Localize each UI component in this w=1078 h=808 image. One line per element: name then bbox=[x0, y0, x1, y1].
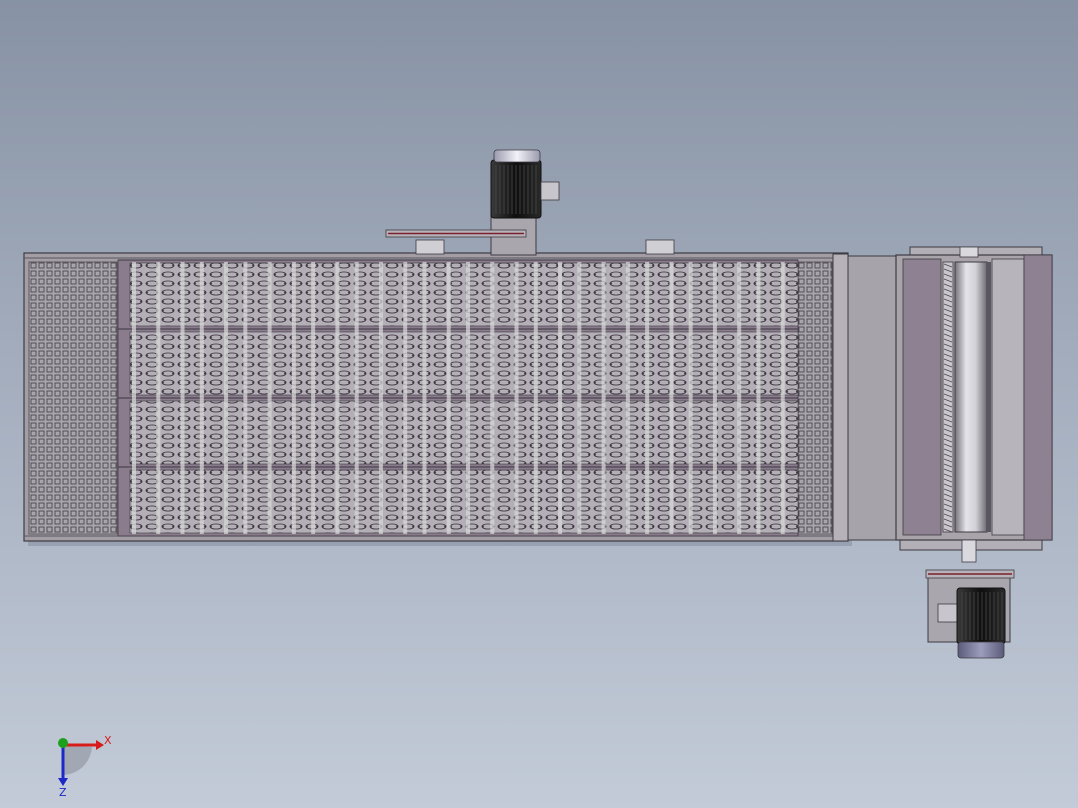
chain-link-strip bbox=[180, 262, 185, 534]
chain-link-strip bbox=[311, 262, 316, 534]
chain-link-strip bbox=[688, 262, 693, 534]
motor-terminal-box-bottom bbox=[937, 603, 959, 623]
chain-link-strip bbox=[132, 262, 136, 534]
pulley-top bbox=[415, 239, 445, 255]
chain-link-strip bbox=[267, 262, 272, 534]
perforated-plate-right bbox=[797, 261, 833, 535]
bearing-block-top bbox=[645, 239, 675, 255]
conveyor-end-cap bbox=[832, 253, 849, 542]
drive-motor-top[interactable] bbox=[385, 149, 675, 256]
roller-side-panel-right bbox=[991, 258, 1025, 536]
chain-link-strip bbox=[335, 262, 340, 534]
motor-fan-cap-top bbox=[493, 149, 541, 163]
chain-link-strip bbox=[533, 262, 538, 534]
belt-row bbox=[129, 400, 799, 465]
triad-x-label: X bbox=[104, 734, 112, 747]
roller-unit[interactable] bbox=[847, 246, 1053, 563]
chain-link-strip bbox=[378, 262, 383, 534]
roller-edge bbox=[986, 262, 991, 532]
chain-link-strip bbox=[156, 262, 161, 534]
drum-roller[interactable] bbox=[954, 261, 988, 533]
chain-link-strip bbox=[224, 262, 229, 534]
conveyor-assembly[interactable] bbox=[23, 252, 852, 546]
chain-link-strip bbox=[601, 262, 606, 534]
motor-fan-cap-bottom bbox=[957, 641, 1005, 659]
chain-link-strip bbox=[737, 262, 742, 534]
chain-link-strip bbox=[712, 262, 717, 534]
triad-z-arrow bbox=[58, 778, 68, 786]
belt-row bbox=[129, 331, 799, 396]
chain-link-strip bbox=[669, 262, 674, 534]
cad-viewport[interactable]: X Z bbox=[0, 0, 1078, 808]
chain-link-strip bbox=[403, 262, 408, 534]
chain-link-strip bbox=[243, 262, 248, 534]
roller-outer-plate bbox=[1023, 254, 1053, 541]
triad-z-label: Z bbox=[59, 786, 67, 799]
drive-motor-bottom[interactable] bbox=[925, 569, 1015, 659]
coordinate-triad: X Z bbox=[58, 734, 112, 799]
chain-link-strip bbox=[577, 262, 582, 534]
chain-link-strip bbox=[756, 262, 761, 534]
chain-link-strip bbox=[291, 262, 296, 534]
chain-link-strip bbox=[354, 262, 359, 534]
roller-shaft bbox=[961, 539, 977, 563]
chain-link-strip bbox=[780, 262, 785, 534]
roller-top-shaft bbox=[959, 246, 979, 258]
chain-link-strip bbox=[446, 262, 451, 534]
transition-plate bbox=[847, 255, 897, 541]
perforated-plate-left bbox=[28, 261, 118, 535]
belt-row bbox=[129, 469, 799, 534]
chain-link-strip bbox=[645, 262, 650, 534]
chain-link-strip bbox=[558, 262, 563, 534]
motor-terminal-box-top bbox=[540, 181, 560, 201]
chain-link-strip bbox=[490, 262, 495, 534]
chain-link-strip bbox=[199, 262, 204, 534]
belt-row bbox=[129, 262, 799, 327]
chain-link-strip bbox=[514, 262, 519, 534]
chain-link-strip bbox=[466, 262, 470, 534]
triad-x-arrow bbox=[96, 740, 104, 750]
chain-link-strip bbox=[625, 262, 630, 534]
triad-plane bbox=[63, 745, 92, 775]
chain-link-strip bbox=[422, 262, 427, 534]
roller-side-panel-left bbox=[902, 258, 942, 536]
triad-y-axis bbox=[58, 738, 68, 748]
